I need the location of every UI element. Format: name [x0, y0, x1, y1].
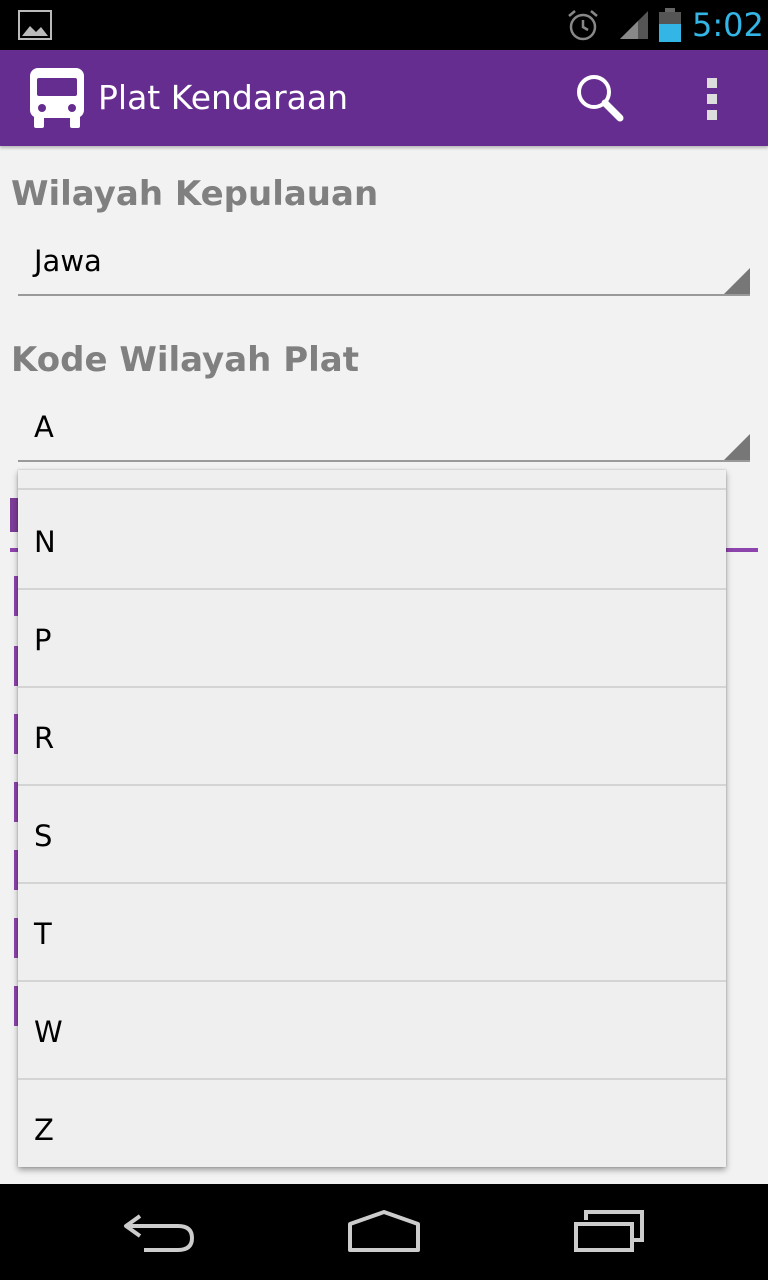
dropdown-item[interactable]: N — [18, 492, 726, 590]
plate-code-label: Kode Wilayah Plat — [11, 340, 359, 380]
dropdown-item[interactable]: W — [18, 982, 726, 1080]
dropdown-item[interactable]: R — [18, 688, 726, 786]
region-value: Jawa — [34, 244, 102, 278]
spinner-arrow-icon — [724, 268, 750, 294]
bus-icon[interactable] — [28, 66, 86, 130]
search-icon[interactable] — [572, 72, 628, 124]
status-time: 5:02 — [692, 6, 764, 44]
dropdown-item-label: T — [34, 917, 52, 951]
region-label: Wilayah Kepulauan — [11, 174, 379, 214]
recent-apps-icon[interactable] — [572, 1208, 648, 1254]
region-spinner[interactable]: Jawa — [18, 238, 750, 296]
dropdown-item-label: N — [34, 525, 56, 559]
plate-code-dropdown[interactable]: N P R S T W Z — [18, 470, 726, 1167]
dropdown-item[interactable]: T — [18, 884, 726, 982]
home-icon[interactable] — [344, 1208, 424, 1254]
gallery-icon — [18, 10, 52, 40]
battery-icon — [659, 8, 681, 42]
overflow-menu-icon[interactable] — [700, 74, 724, 124]
back-icon[interactable] — [120, 1210, 196, 1254]
spinner-arrow-icon — [724, 434, 750, 460]
plate-code-spinner[interactable]: A — [18, 404, 750, 462]
alarm-icon — [568, 10, 598, 41]
dropdown-item-label: P — [34, 623, 52, 657]
app-title: Plat Kendaraan — [98, 78, 349, 117]
dropdown-item-label: Z — [34, 1113, 54, 1147]
dropdown-item[interactable]: P — [18, 590, 726, 688]
dropdown-item[interactable]: Z — [18, 1080, 726, 1167]
signal-icon — [620, 11, 648, 39]
plate-code-value: A — [34, 410, 54, 444]
status-bar: 5:02 — [0, 0, 768, 50]
action-bar: Plat Kendaraan — [0, 50, 768, 146]
dropdown-item-partial[interactable] — [18, 470, 726, 490]
dropdown-item-label: R — [34, 721, 55, 755]
dropdown-item-label: W — [34, 1015, 63, 1049]
dropdown-item[interactable]: S — [18, 786, 726, 884]
dropdown-item-label: S — [34, 819, 53, 853]
navigation-bar — [0, 1184, 768, 1280]
